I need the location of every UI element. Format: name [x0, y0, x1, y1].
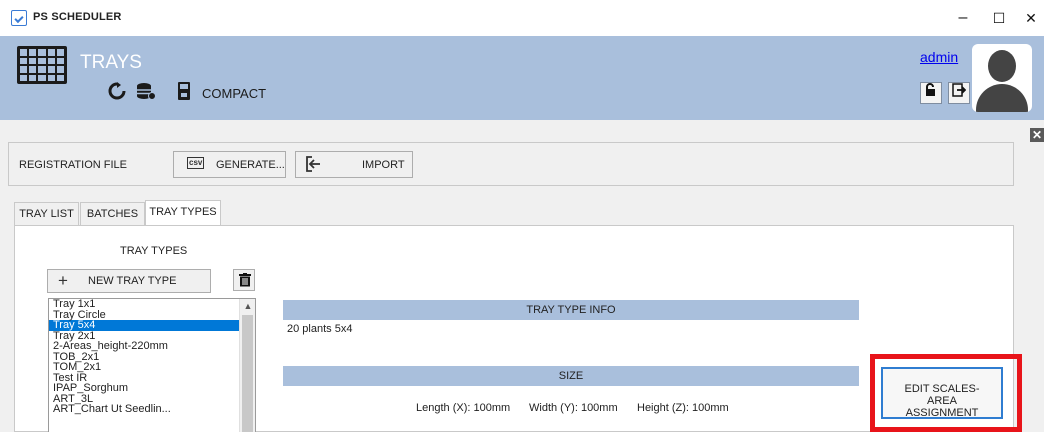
maximize-button[interactable]: ☐: [984, 6, 1014, 30]
registration-file-label: REGISTRATION FILE: [19, 159, 127, 171]
tray-logo-icon: [17, 46, 67, 84]
tray-type-description: 20 plants 5x4: [287, 323, 353, 335]
tab-batches[interactable]: BATCHES: [80, 202, 145, 226]
trash-icon: [239, 273, 251, 290]
page-header: TRAYS COMPACT admin: [0, 36, 1044, 120]
list-scrollbar[interactable]: ▲: [239, 299, 255, 432]
list-item[interactable]: TOM_2x1: [49, 362, 255, 373]
csv-file-icon: csv: [187, 157, 205, 169]
list-item[interactable]: IPAP_Sorghum: [49, 383, 255, 394]
length-value: Length (X): 100mm: [416, 402, 511, 414]
save-icon[interactable]: [178, 82, 190, 105]
user-avatar-icon[interactable]: [972, 44, 1032, 112]
registration-file-panel: REGISTRATION FILE csv GENERATE... IMPORT: [8, 142, 1014, 186]
scroll-up-icon[interactable]: ▲: [240, 299, 255, 313]
logout-icon[interactable]: [948, 82, 970, 104]
height-value: Height (Z): 100mm: [637, 402, 729, 414]
list-item[interactable]: Tray 1x1: [49, 299, 255, 310]
panel-close-icon[interactable]: ✕: [1030, 128, 1044, 142]
minimize-button[interactable]: –: [948, 6, 978, 30]
page-title: TRAYS: [80, 52, 142, 73]
new-tray-type-label: NEW TRAY TYPE: [88, 275, 177, 287]
delete-button[interactable]: [233, 269, 255, 291]
database-icon[interactable]: [136, 82, 156, 105]
import-icon: [305, 155, 321, 176]
username-link[interactable]: admin: [920, 49, 958, 65]
plus-icon: +: [58, 271, 68, 290]
size-header: SIZE: [283, 366, 859, 386]
list-item[interactable]: ART_Chart Ut Seedlin...: [49, 404, 255, 415]
tray-types-list[interactable]: Tray 1x1 Tray Circle Tray 5x4 Tray 2x1 2…: [48, 298, 256, 432]
import-button[interactable]: IMPORT: [295, 151, 413, 178]
new-tray-type-button[interactable]: + NEW TRAY TYPE: [47, 269, 211, 293]
highlight-annotation: [870, 354, 1022, 432]
generate-button[interactable]: csv GENERATE...: [173, 151, 286, 178]
calendar-check-icon: [11, 10, 27, 26]
close-button[interactable]: ✕: [1016, 6, 1044, 30]
window-title: PS SCHEDULER: [33, 11, 122, 23]
title-bar: PS SCHEDULER – ☐ ✕: [0, 0, 1044, 36]
compact-label[interactable]: COMPACT: [202, 86, 266, 101]
tray-type-info-header: TRAY TYPE INFO: [283, 300, 859, 320]
unlock-icon[interactable]: [920, 82, 942, 104]
import-button-label: IMPORT: [362, 159, 405, 171]
tab-tray-list[interactable]: TRAY LIST: [14, 202, 79, 226]
width-value: Width (Y): 100mm: [529, 402, 618, 414]
list-item-selected[interactable]: Tray 5x4: [49, 320, 255, 331]
refresh-icon[interactable]: [108, 82, 126, 105]
list-item[interactable]: 2-Areas_height-220mm: [49, 341, 255, 352]
tray-types-title: TRAY TYPES: [120, 245, 188, 257]
scroll-thumb[interactable]: [242, 315, 253, 432]
generate-button-label: GENERATE...: [216, 159, 285, 171]
tab-tray-types[interactable]: TRAY TYPES: [145, 200, 221, 227]
